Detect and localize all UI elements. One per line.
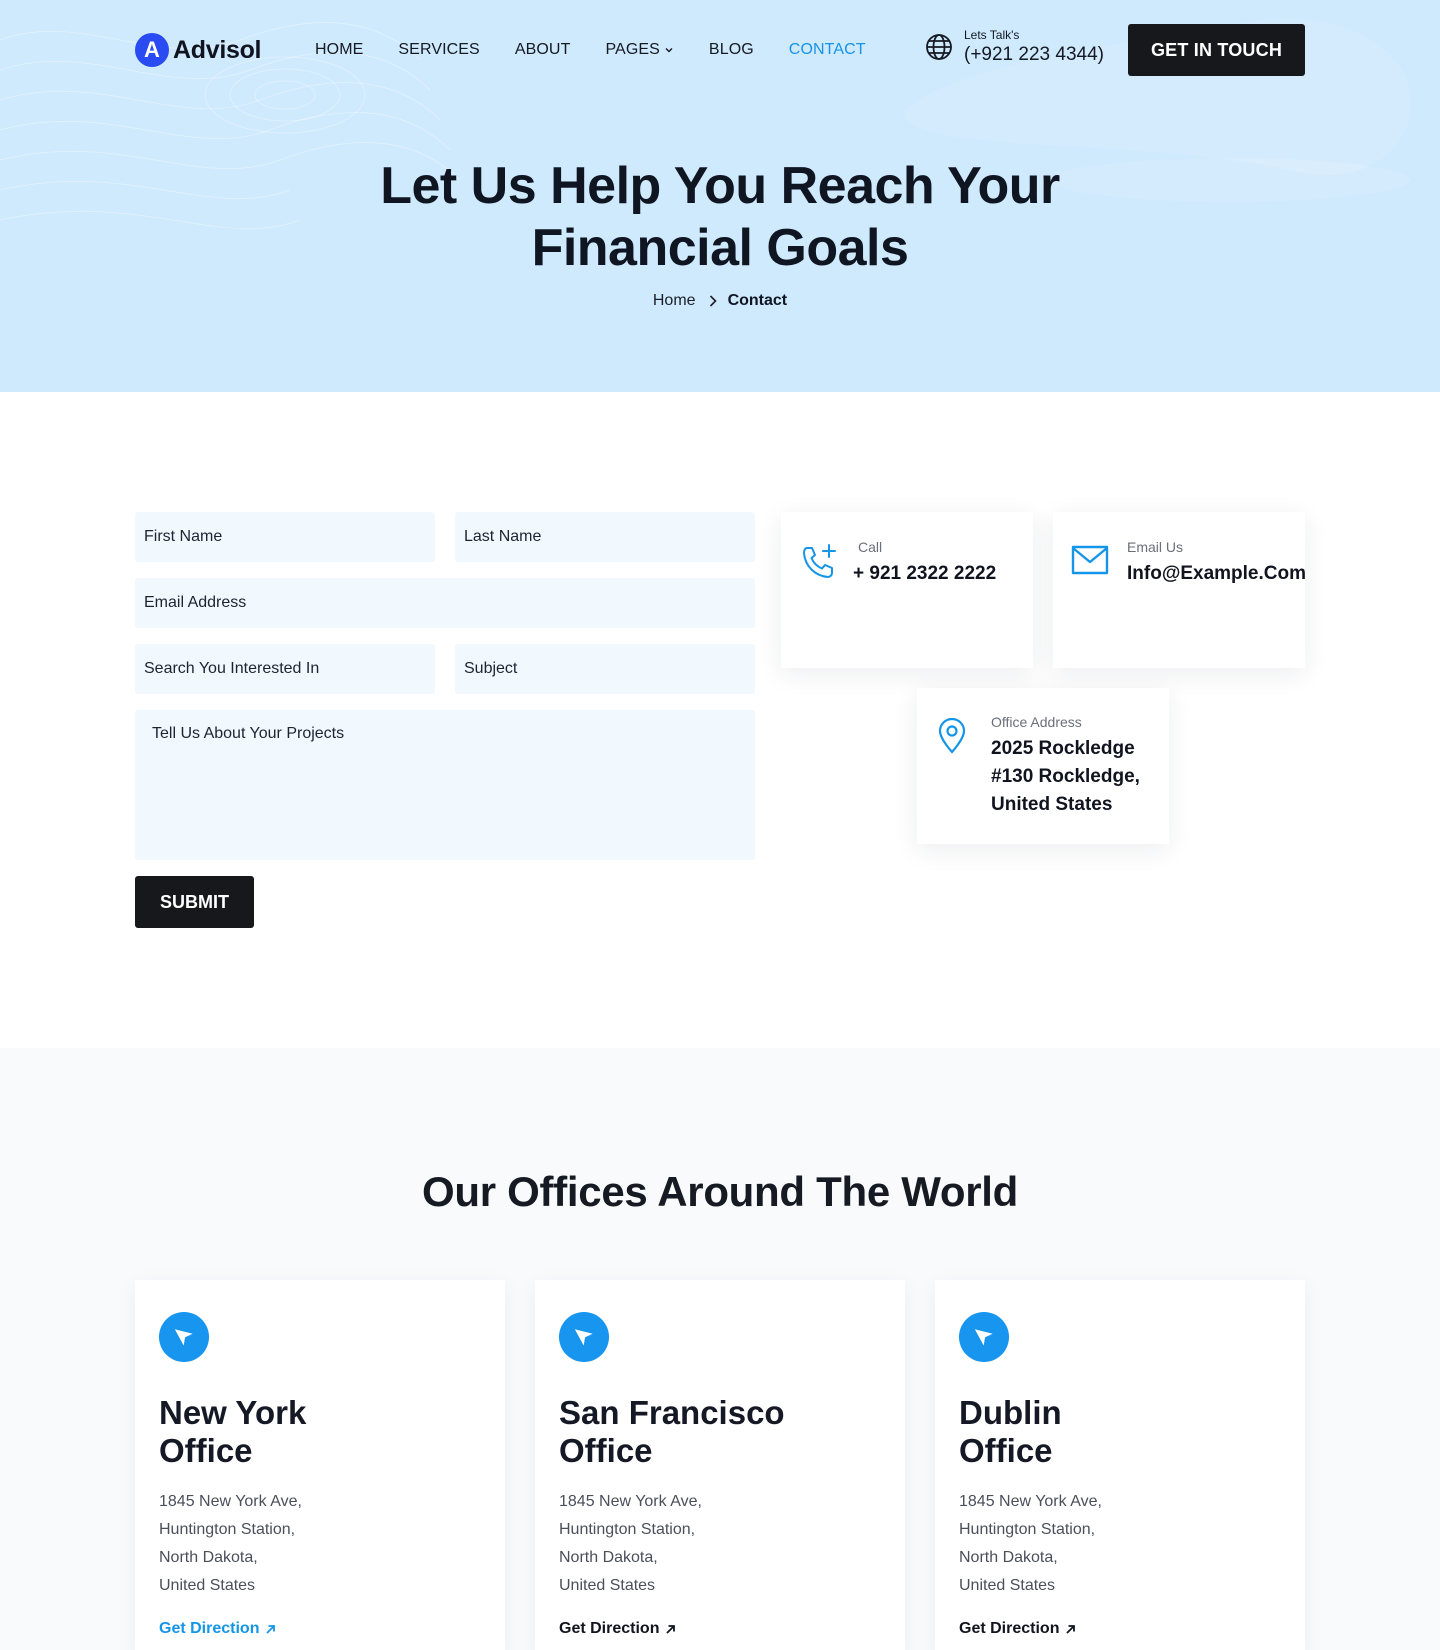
office-card-new-york: New York Office 1845 New York Ave, Hunti… [135,1280,505,1650]
arrow-up-right-icon [666,1624,676,1634]
office-name-line1: Dublin [959,1394,1062,1431]
get-direction-label: Get Direction [559,1620,660,1637]
arrow-up-right-icon [1066,1624,1076,1634]
office-address-line: Huntington Station, [559,1521,696,1538]
globe-icon [926,34,952,60]
office-address-line: 1845 New York Ave, [959,1493,1102,1510]
talk-label: Lets Talk's [964,28,1020,42]
logo[interactable]: A Advisol [135,33,262,67]
call-value[interactable]: + 921 2322 2222 [853,560,996,588]
top-navigation: A Advisol HOME SERVICES ABOUT PAGES BLOG… [135,24,1305,76]
logo-mark: A [135,33,169,67]
navigation-arrow-icon [574,1329,593,1346]
nav-services[interactable]: SERVICES [398,41,479,59]
office-name-line1: San Francisco [559,1394,785,1431]
office-address-line: North Dakota, [159,1549,258,1566]
office-address: 1845 New York Ave, Huntington Station, N… [159,1488,302,1600]
get-direction-label: Get Direction [159,1620,260,1637]
email-label: Email Us [1127,539,1184,555]
page-title: Let Us Help You Reach Your Financial Goa… [0,155,1440,279]
office-address-line: Huntington Station, [959,1521,1096,1538]
office-address-line: North Dakota, [959,1549,1058,1566]
office-pin [559,1312,609,1362]
page-title-line2: Financial Goals [531,219,909,277]
last-name-field[interactable]: Last Name [455,512,755,562]
office-address: 1845 New York Ave, Huntington Station, N… [959,1488,1102,1600]
office-address-line: United States [959,1577,1056,1594]
nav-about[interactable]: ABOUT [515,41,571,59]
office-card-san-francisco: San Francisco Office 1845 New York Ave, … [535,1280,905,1650]
office-name-line2: Office [159,1432,253,1469]
get-direction-link[interactable]: Get Direction [959,1620,1076,1638]
nav-pages[interactable]: PAGES [605,41,673,59]
nav-pages-label: PAGES [605,41,660,58]
address-line1: 2025 Rockledge [991,738,1135,759]
office-name: Dublin Office [959,1394,1279,1470]
offices-title: Our Offices Around The World [422,1168,1018,1215]
map-pin-icon [938,718,966,754]
breadcrumb-home[interactable]: Home [653,292,696,310]
breadcrumb: Home Contact [0,292,1440,310]
address-line2: #130 Rockledge, [991,766,1140,787]
office-name: San Francisco Office [559,1394,879,1470]
address-line3: United States [991,794,1113,815]
chevron-down-icon [665,48,673,53]
address-card: Office Address 2025 Rockledge #130 Rockl… [917,688,1169,844]
office-address-line: North Dakota, [559,1549,658,1566]
navigation-arrow-icon [174,1329,193,1346]
hero-banner: A Advisol HOME SERVICES ABOUT PAGES BLOG… [0,0,1440,392]
office-card-dublin: Dublin Office 1845 New York Ave, Hunting… [935,1280,1305,1650]
email-value[interactable]: Info@Example.Com [1127,560,1306,588]
arrow-up-right-icon [266,1624,276,1634]
call-card: Call + 921 2322 2222 [781,512,1033,668]
navigation-arrow-icon [974,1329,993,1346]
office-address-line: United States [159,1577,256,1594]
nav-blog[interactable]: BLOG [709,41,754,59]
address-value: 2025 Rockledge #130 Rockledge, United St… [991,735,1140,819]
office-name-line2: Office [559,1432,653,1469]
mail-icon [1071,545,1109,575]
office-address-line: 1845 New York Ave, [559,1493,702,1510]
get-direction-link[interactable]: Get Direction [559,1620,676,1638]
talk-phone-block[interactable]: Lets Talk's (+921 223 4344) [924,28,1104,66]
email-field[interactable]: Email Address [135,578,755,628]
office-address-line: United States [559,1577,656,1594]
phone-plus-icon [803,544,836,578]
office-pin [959,1312,1009,1362]
breadcrumb-current: Contact [727,292,788,309]
call-label: Call [858,539,883,555]
chevron-right-icon [709,295,717,307]
submit-button[interactable]: SUBMIT [135,876,254,928]
get-direction-link[interactable]: Get Direction [159,1620,276,1638]
interest-field[interactable]: Search You Interested In [135,644,435,694]
email-card: Email Us Info@Example.Com [1053,512,1306,668]
logo-text: Advisol [173,35,262,64]
project-message-field[interactable]: Tell Us About Your Projects [135,710,755,860]
main-menu: HOME SERVICES ABOUT PAGES BLOG CONTACT [315,41,901,59]
talk-phone: (+921 223 4344) [964,44,1104,65]
office-name-line1: New York [159,1394,307,1431]
office-address: 1845 New York Ave, Huntington Station, N… [559,1488,702,1600]
get-direction-label: Get Direction [959,1620,1060,1637]
office-pin [159,1312,209,1362]
office-name-line2: Office [959,1432,1053,1469]
first-name-field[interactable]: First Name [135,512,435,562]
nav-contact[interactable]: CONTACT [789,41,866,59]
get-in-touch-button[interactable]: GET IN TOUCH [1128,24,1305,76]
subject-field[interactable]: Subject [455,644,755,694]
office-address-line: 1845 New York Ave, [159,1493,302,1510]
address-label: Office Address [991,714,1082,730]
office-address-line: Huntington Station, [159,1521,296,1538]
page-title-line1: Let Us Help You Reach Your [380,157,1060,215]
office-name: New York Office [159,1394,479,1470]
nav-home[interactable]: HOME [315,41,363,59]
